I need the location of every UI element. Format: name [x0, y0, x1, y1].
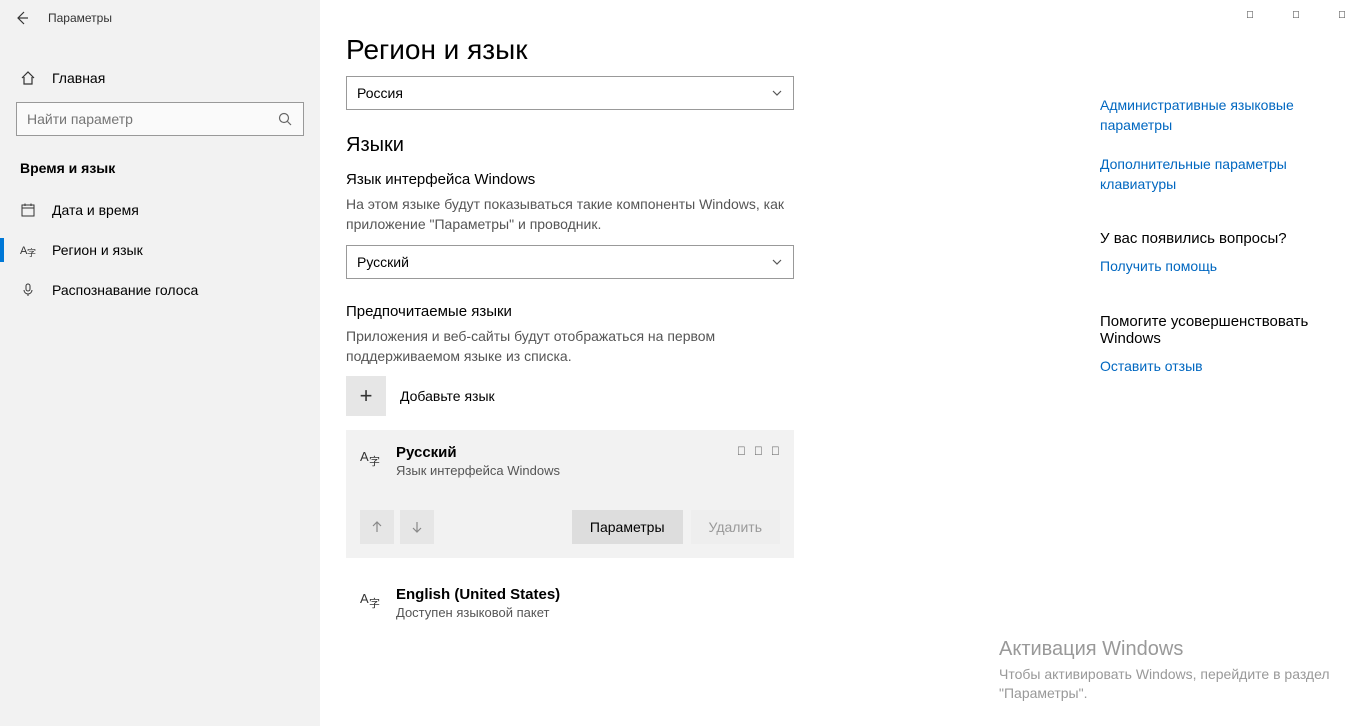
- nav-label: Регион и язык: [52, 242, 143, 258]
- language-item-russian[interactable]: A字 Русский Язык интерфейса Windows   : [346, 430, 794, 558]
- svg-text:字: 字: [369, 596, 380, 610]
- region-value: Россия: [357, 85, 403, 101]
- nav-region-language[interactable]: A字 Регион и язык: [0, 230, 320, 270]
- section-label: Время и язык: [0, 154, 320, 190]
- svg-text:字: 字: [369, 454, 380, 468]
- handwriting-icon: : [771, 444, 780, 458]
- move-down-button[interactable]: [400, 510, 434, 544]
- activation-watermark: Активация Windows Чтобы активировать Win…: [999, 638, 1339, 704]
- language-item-english[interactable]: A字 English (United States) Доступен язык…: [346, 572, 794, 634]
- activation-heading: Активация Windows: [999, 638, 1339, 661]
- microphone-icon: [20, 282, 36, 298]
- interface-language-desc: На этом языке будут показываться такие к…: [346, 194, 794, 235]
- feedback-link[interactable]: Оставить отзыв: [1100, 357, 1340, 377]
- admin-language-settings-link[interactable]: Административные языковые параметры: [1100, 96, 1340, 135]
- options-button[interactable]: Параметры: [572, 510, 683, 544]
- language-badges:   : [737, 444, 780, 458]
- language-icon: A字: [360, 586, 382, 620]
- chevron-down-icon: [771, 256, 783, 268]
- nav-speech[interactable]: Распознавание голоса: [0, 270, 320, 310]
- advanced-keyboard-settings-link[interactable]: Дополнительные параметры клавиатуры: [1100, 155, 1340, 194]
- move-up-button[interactable]: [360, 510, 394, 544]
- search-input[interactable]: [27, 111, 277, 127]
- related-settings: Административные языковые параметры Допо…: [1100, 96, 1340, 397]
- search-box[interactable]: [16, 102, 304, 136]
- questions-heading: У вас появились вопросы?: [1100, 230, 1340, 247]
- remove-button: Удалить: [691, 510, 780, 544]
- language-name: Русский: [396, 444, 560, 461]
- region-dropdown[interactable]: Россия: [346, 76, 794, 110]
- home-label: Главная: [52, 70, 105, 86]
- improve-heading: Помогите усовершенствовать Windows: [1100, 313, 1340, 347]
- language-subtitle: Доступен языковой пакет: [396, 605, 560, 620]
- nav-date-time[interactable]: Дата и время: [0, 190, 320, 230]
- svg-text:字: 字: [27, 247, 36, 258]
- display-language-icon: : [737, 444, 746, 458]
- calendar-icon: [20, 202, 36, 218]
- titlebar: Параметры: [0, 0, 320, 36]
- preferred-languages-desc: Приложения и веб-сайты будут отображатьс…: [346, 326, 794, 367]
- language-name: English (United States): [396, 586, 560, 603]
- window-title: Параметры: [48, 11, 112, 25]
- language-icon: A字: [20, 242, 36, 258]
- plus-icon: +: [346, 376, 386, 416]
- nav-label: Дата и время: [52, 202, 139, 218]
- svg-text:A: A: [360, 449, 369, 464]
- sidebar: Параметры Главная Время и язык Дата и вр…: [0, 0, 320, 726]
- svg-text:A: A: [360, 591, 369, 606]
- chevron-down-icon: [771, 87, 783, 99]
- add-language-label: Добавьте язык: [400, 388, 495, 404]
- interface-language-dropdown[interactable]: Русский: [346, 245, 794, 279]
- nav-label: Распознавание голоса: [52, 282, 198, 298]
- language-icon: A字: [360, 444, 382, 478]
- home-button[interactable]: Главная: [0, 60, 320, 96]
- keyboard-icon: : [754, 444, 763, 458]
- home-icon: [20, 70, 36, 86]
- page-title: Регион и язык: [346, 34, 1339, 66]
- language-subtitle: Язык интерфейса Windows: [396, 463, 560, 478]
- get-help-link[interactable]: Получить помощь: [1100, 257, 1340, 277]
- search-icon: [277, 111, 293, 127]
- interface-language-value: Русский: [357, 254, 409, 270]
- back-button[interactable]: [14, 10, 30, 26]
- activation-sub: Чтобы активировать Windows, перейдите в …: [999, 665, 1339, 704]
